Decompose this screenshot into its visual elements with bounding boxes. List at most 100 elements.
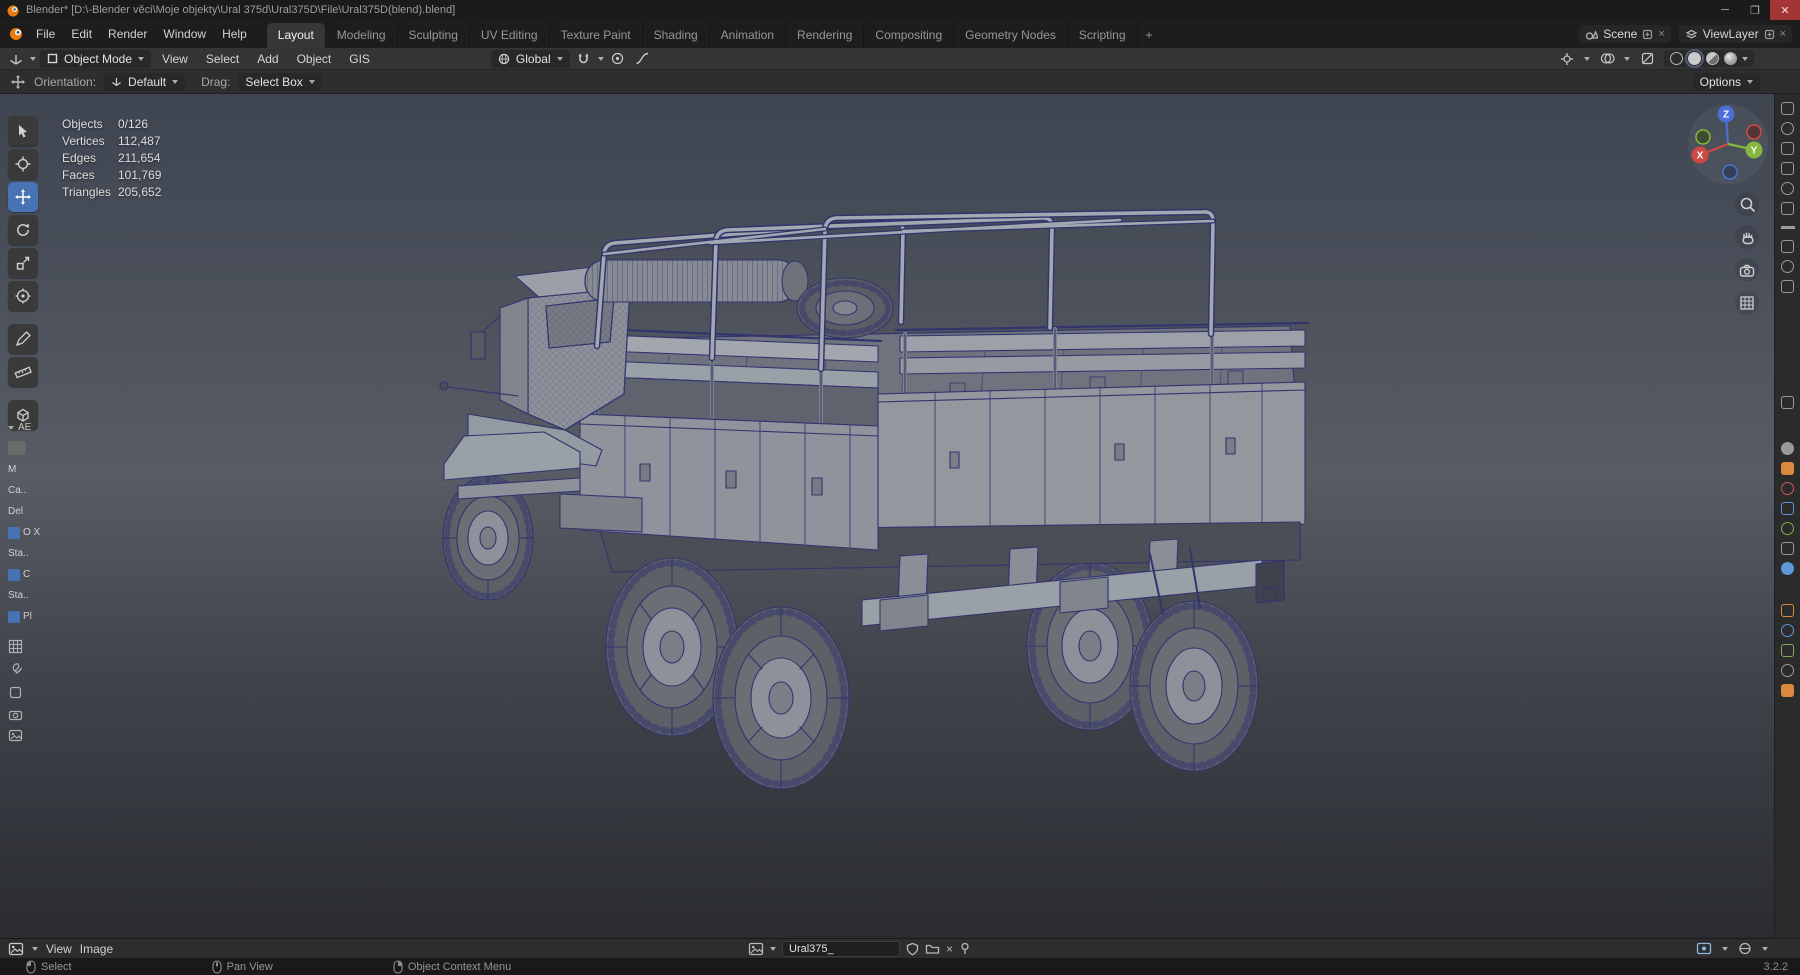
rail-icon[interactable] <box>1781 240 1794 253</box>
scene-selector[interactable]: Scene × <box>1579 25 1671 43</box>
rotate-tool[interactable] <box>8 215 38 245</box>
transform-orientation-dropdown[interactable]: Global <box>490 49 570 68</box>
shading-wireframe-button[interactable] <box>1670 52 1683 65</box>
measure-tool[interactable] <box>8 357 38 387</box>
view-layer-selector[interactable]: ViewLayer × <box>1678 25 1792 43</box>
rail-icon[interactable] <box>1781 202 1794 215</box>
rail-icon[interactable] <box>1781 542 1794 555</box>
viewport-menu-gis[interactable]: GIS <box>342 50 377 68</box>
remove-view-layer-icon[interactable]: × <box>1780 28 1786 40</box>
new-view-layer-icon[interactable] <box>1764 29 1775 40</box>
rail-icon[interactable] <box>1781 684 1794 697</box>
tab-scripting[interactable]: Scripting <box>1066 23 1137 48</box>
tab-layout[interactable]: Layout <box>266 23 325 48</box>
shading-chevron-icon[interactable] <box>1742 56 1748 61</box>
open-folder-icon[interactable] <box>925 942 940 955</box>
xray-toggle[interactable] <box>1637 50 1657 68</box>
rail-icon[interactable] <box>1781 122 1794 135</box>
ortho-toggle-button[interactable] <box>1735 291 1759 315</box>
image-name-field[interactable] <box>782 940 900 957</box>
proportional-edit-toggle[interactable] <box>608 50 628 68</box>
minimize-button[interactable]: ─ <box>1710 0 1740 20</box>
side-panel-header[interactable]: AE <box>8 422 52 433</box>
rail-icon[interactable] <box>1781 442 1794 455</box>
image-editor-type-icon[interactable] <box>8 942 24 956</box>
rail-icon[interactable] <box>1781 102 1794 115</box>
image-small-icon[interactable] <box>8 729 23 742</box>
side-panel-item[interactable]: O X <box>8 526 52 539</box>
tab-compositing[interactable]: Compositing <box>863 23 953 48</box>
move-tool[interactable] <box>8 182 38 212</box>
maximize-button[interactable]: ❐ <box>1740 0 1770 20</box>
side-panel-item[interactable]: M <box>8 463 52 476</box>
editor-type-button[interactable] <box>6 50 26 68</box>
view-transform-chevron-icon[interactable] <box>1762 946 1768 951</box>
rail-icon[interactable] <box>1781 664 1794 677</box>
side-panel-item[interactable]: Sta.. <box>8 589 52 602</box>
mode-dropdown[interactable]: Object Mode <box>40 49 152 68</box>
shading-rendered-button[interactable] <box>1724 52 1737 65</box>
tab-texture-paint[interactable]: Texture Paint <box>548 23 642 48</box>
show-gizmo-toggle[interactable] <box>1557 50 1577 68</box>
model-ural375-truck[interactable] <box>0 94 1800 938</box>
close-button[interactable]: ✕ <box>1770 0 1800 20</box>
unlink-image-icon[interactable]: × <box>946 942 953 956</box>
viewport-menu-add[interactable]: Add <box>250 50 285 68</box>
zoom-button[interactable] <box>1735 192 1759 216</box>
camera-view-button[interactable] <box>1735 258 1759 282</box>
menu-render[interactable]: Render <box>100 24 155 44</box>
tab-rendering[interactable]: Rendering <box>785 23 863 48</box>
viewport-menu-object[interactable]: Object <box>290 50 339 68</box>
drag-mode-dropdown[interactable]: Select Box <box>238 72 322 91</box>
shading-material-button[interactable] <box>1706 52 1719 65</box>
rail-icon[interactable] <box>1781 624 1794 637</box>
menu-window[interactable]: Window <box>155 24 214 44</box>
tab-modeling[interactable]: Modeling <box>324 23 397 48</box>
gizmo-chevron-icon[interactable] <box>1584 56 1590 61</box>
display-channels-icon[interactable] <box>1696 942 1712 955</box>
viewport-menu-view[interactable]: View <box>155 50 195 68</box>
cursor-tool[interactable] <box>8 149 38 179</box>
overlays-toggle[interactable] <box>1597 50 1617 68</box>
annotate-tool[interactable] <box>8 324 38 354</box>
viewport-menu-select[interactable]: Select <box>199 50 246 68</box>
view-transform-icon[interactable] <box>1738 942 1752 955</box>
orientation-default-dropdown[interactable]: Default <box>104 72 186 91</box>
blender-app-icon[interactable] <box>8 27 24 41</box>
options-dropdown[interactable]: Options <box>1692 72 1760 91</box>
tab-geometry-nodes[interactable]: Geometry Nodes <box>953 23 1067 48</box>
falloff-curve-icon[interactable] <box>632 50 652 68</box>
side-panel-item[interactable]: Sta.. <box>8 547 52 560</box>
scale-tool[interactable] <box>8 248 38 278</box>
fake-user-shield-icon[interactable] <box>906 942 919 956</box>
rail-icon[interactable] <box>1781 562 1794 575</box>
tab-uv-editing[interactable]: UV Editing <box>468 23 549 48</box>
rail-icon[interactable] <box>1781 142 1794 155</box>
browse-image-icon[interactable] <box>748 942 764 956</box>
side-panel-item[interactable]: Pl <box>8 610 52 623</box>
square-small-icon[interactable] <box>8 685 23 700</box>
snap-chevron-icon[interactable] <box>597 56 604 61</box>
side-panel-item[interactable]: Ca.. <box>8 484 52 497</box>
rail-icon[interactable] <box>1781 502 1794 515</box>
rail-icon[interactable] <box>1781 644 1794 657</box>
rail-icon[interactable] <box>1781 260 1794 273</box>
menu-edit[interactable]: Edit <box>63 24 100 44</box>
overlays-chevron-icon[interactable] <box>1624 56 1630 61</box>
shading-solid-button[interactable] <box>1685 49 1704 68</box>
menu-file[interactable]: File <box>28 24 63 44</box>
select-box-tool[interactable] <box>8 116 38 146</box>
tab-animation[interactable]: Animation <box>708 23 785 48</box>
rail-icon[interactable] <box>1781 462 1794 475</box>
viewport-3d[interactable]: Objects 0/126 Vertices 112,487 Edges 211,65… <box>0 94 1800 938</box>
image-menu-view[interactable]: View <box>46 942 72 956</box>
snap-toggle[interactable] <box>574 50 594 68</box>
camera-small-icon[interactable] <box>8 708 23 721</box>
rail-icon[interactable] <box>1781 522 1794 535</box>
rail-icon[interactable] <box>1781 182 1794 195</box>
side-panel-item[interactable]: C <box>8 568 52 581</box>
rail-icon[interactable] <box>1781 604 1794 617</box>
image-menu-image[interactable]: Image <box>80 942 113 956</box>
unlink-scene-icon[interactable]: × <box>1658 28 1664 40</box>
browse-image-chevron-icon[interactable] <box>770 946 776 951</box>
